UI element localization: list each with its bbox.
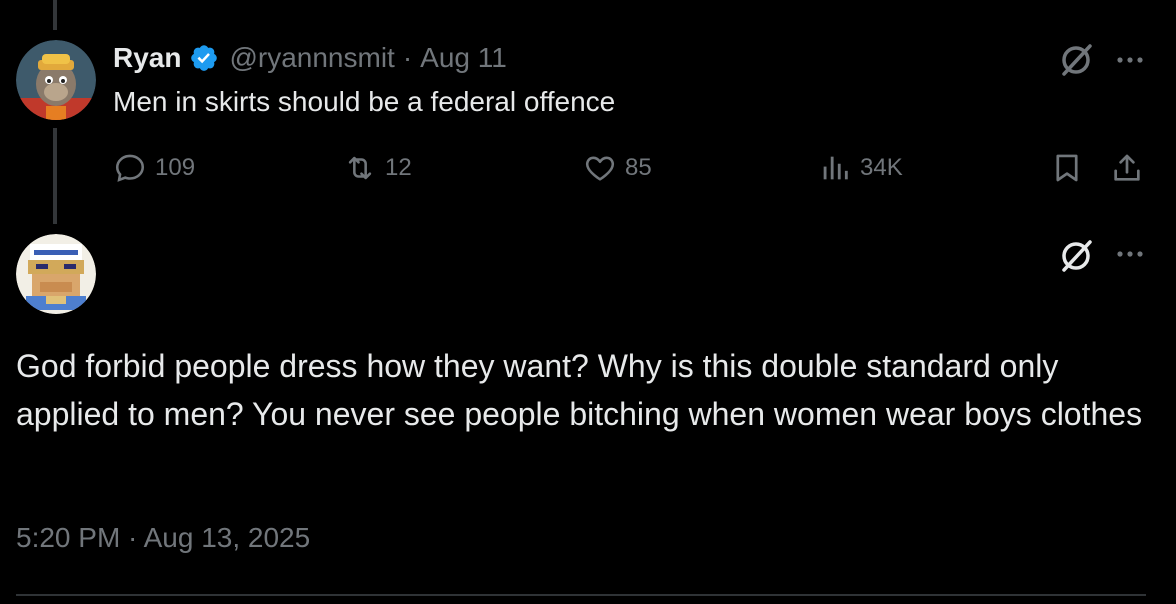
heart-icon bbox=[585, 156, 615, 181]
tweet-actions: 109 12 85 34K bbox=[113, 148, 1153, 188]
verified-badge-icon bbox=[191, 45, 218, 71]
grok-icon[interactable] bbox=[1056, 236, 1096, 276]
user-handle[interactable]: @ryannnsmit bbox=[229, 42, 394, 74]
avatar-replier[interactable] bbox=[16, 234, 96, 314]
reply-tweet-text: God forbid people dress how they want? W… bbox=[16, 348, 1143, 432]
avatar-ryan[interactable] bbox=[16, 40, 96, 120]
views-button[interactable]: 34K bbox=[818, 148, 903, 188]
retweet-button[interactable]: 12 bbox=[343, 148, 412, 188]
view-count: 34K bbox=[860, 154, 903, 181]
separator-dot: · bbox=[402, 42, 413, 73]
more-options-icon[interactable] bbox=[1112, 236, 1148, 272]
bookmark-icon bbox=[1056, 154, 1078, 182]
reply-button[interactable]: 109 bbox=[113, 148, 195, 188]
share-button[interactable] bbox=[1110, 148, 1144, 188]
thread-line-connector bbox=[53, 128, 57, 224]
retweet-count: 12 bbox=[385, 154, 412, 181]
like-count: 85 bbox=[625, 154, 652, 181]
parent-tweet-text: Men in skirts should be a federal offenc… bbox=[113, 86, 616, 117]
bar-chart-icon bbox=[823, 156, 848, 180]
display-name[interactable]: Ryan bbox=[113, 42, 181, 74]
grok-icon[interactable] bbox=[1056, 40, 1096, 80]
bookmark-button[interactable] bbox=[1050, 148, 1084, 188]
reply-timestamp[interactable]: 5:20 PM · Aug 13, 2025 bbox=[16, 522, 310, 554]
thread-line-top bbox=[53, 0, 57, 30]
speech-bubble-icon bbox=[115, 154, 145, 182]
reply-count: 109 bbox=[155, 154, 196, 181]
more-options-icon[interactable] bbox=[1112, 42, 1148, 78]
retweet-icon bbox=[348, 156, 372, 180]
tweet-header: Ryan @ryannnsmit · Aug 11 bbox=[113, 42, 507, 74]
divider bbox=[16, 594, 1146, 596]
share-icon bbox=[1114, 154, 1140, 181]
tweet-date[interactable]: Aug 11 bbox=[420, 42, 507, 74]
like-button[interactable]: 85 bbox=[583, 148, 652, 188]
